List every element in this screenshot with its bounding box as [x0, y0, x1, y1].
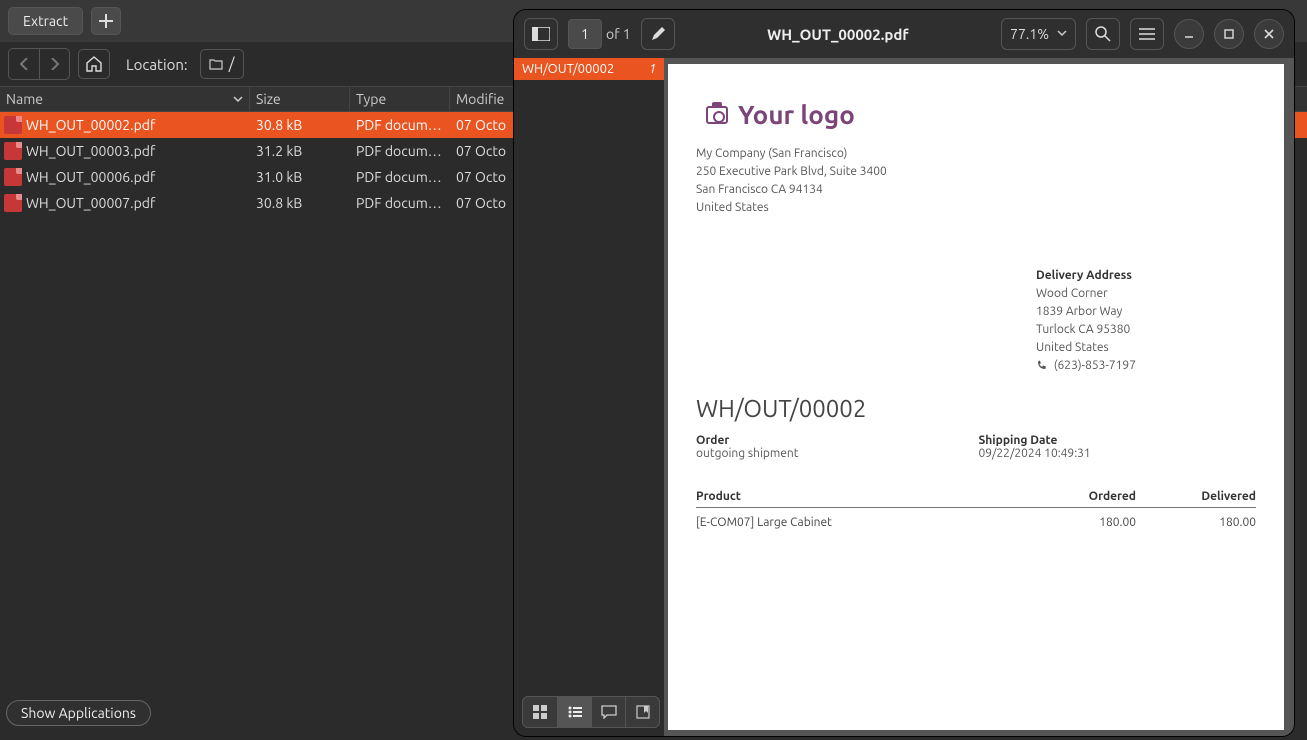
file-name: WH_OUT_00006.pdf: [26, 169, 155, 185]
file-name: WH_OUT_00007.pdf: [26, 195, 155, 211]
show-applications-button[interactable]: Show Applications: [6, 700, 151, 726]
delivery-address: Delivery Address Wood Corner 1839 Arbor …: [1036, 267, 1256, 375]
table-row: [E-COM07] Large Cabinet 180.00 180.00: [696, 508, 1256, 529]
minimize-icon: [1183, 28, 1195, 40]
minimize-button[interactable]: [1174, 19, 1204, 49]
page-of-label: of 1: [606, 26, 631, 42]
pdf-file-icon: [4, 116, 22, 134]
file-name: WH_OUT_00003.pdf: [26, 143, 155, 159]
hamburger-icon: [1139, 28, 1155, 40]
camera-icon: [706, 106, 728, 124]
location-label: Location:: [126, 56, 188, 73]
home-icon: [86, 56, 102, 72]
close-button[interactable]: [1254, 19, 1284, 49]
sort-down-icon: [233, 94, 243, 104]
search-icon: [1095, 26, 1111, 42]
view-list-button[interactable]: [557, 697, 591, 727]
thumbnail-sidebar: WH/OUT/00002 1: [514, 58, 664, 736]
speech-icon: [601, 705, 617, 719]
location-path: /: [229, 55, 235, 73]
nav-arrows-group: [8, 48, 70, 80]
chevron-left-icon: [19, 58, 29, 70]
file-size: 30.8 kB: [250, 117, 350, 133]
pdf-file-icon: [4, 194, 22, 212]
zoom-dropdown[interactable]: 77.1%: [1001, 18, 1076, 50]
grid-icon: [533, 705, 547, 719]
nav-forward-button[interactable]: [39, 49, 69, 79]
annotate-button[interactable]: [641, 18, 675, 50]
view-annotations-button[interactable]: [591, 697, 625, 727]
company-address: My Company (San Francisco) 250 Executive…: [696, 145, 1256, 217]
document-name: WH/OUT/00002: [696, 395, 1256, 422]
page-box: of 1: [568, 19, 631, 49]
document-title: WH_OUT_00002.pdf: [685, 26, 991, 43]
pdf-page-viewport[interactable]: Your logo My Company (San Francisco) 250…: [664, 58, 1294, 736]
pdf-file-icon: [4, 142, 22, 160]
extract-button[interactable]: Extract: [8, 7, 83, 35]
home-button[interactable]: [78, 49, 110, 79]
close-icon: [1263, 28, 1275, 40]
plus-icon: [99, 14, 113, 28]
logo: Your logo: [706, 100, 1256, 129]
product-table: Product Ordered Delivered [E-COM07] Larg…: [696, 490, 1256, 529]
file-type: PDF docum…: [350, 117, 450, 133]
folder-icon: [209, 57, 223, 71]
file-type: PDF docum…: [350, 169, 450, 185]
chevron-right-icon: [50, 58, 60, 70]
maximize-button[interactable]: [1214, 19, 1244, 49]
thumbnail-tab[interactable]: WH/OUT/00002 1: [514, 58, 664, 80]
pdf-bottombar: [522, 696, 660, 728]
pdf-viewer-window: of 1 WH_OUT_00002.pdf 77.1% WH/OUT/0000: [514, 10, 1294, 736]
pen-icon: [650, 26, 666, 42]
nav-back-button[interactable]: [9, 49, 39, 79]
column-header-type[interactable]: Type: [350, 87, 450, 111]
chevron-down-icon: [1057, 30, 1067, 38]
hamburger-menu-button[interactable]: [1130, 18, 1164, 50]
column-header-size[interactable]: Size: [250, 87, 350, 111]
pdf-page: Your logo My Company (San Francisco) 250…: [668, 64, 1284, 730]
sidebar-toggle-button[interactable]: [524, 18, 558, 50]
file-size: 30.8 kB: [250, 195, 350, 211]
page-number-input[interactable]: [568, 19, 602, 49]
bookmark-panel-icon: [636, 705, 650, 719]
view-bookmarks-button[interactable]: [625, 697, 659, 727]
search-button[interactable]: [1086, 18, 1120, 50]
maximize-icon: [1223, 28, 1235, 40]
meta-row: Order outgoing shipment Shipping Date 09…: [696, 434, 1256, 460]
pdf-file-icon: [4, 168, 22, 186]
column-header-name[interactable]: Name: [0, 87, 250, 111]
pdf-body: WH/OUT/00002 1 Your logo My Company (San…: [514, 58, 1294, 736]
file-size: 31.2 kB: [250, 143, 350, 159]
pdf-titlebar: of 1 WH_OUT_00002.pdf 77.1%: [514, 10, 1294, 58]
thumbnail-canvas: [514, 80, 664, 736]
new-tab-button[interactable]: [91, 7, 121, 35]
file-type: PDF docum…: [350, 195, 450, 211]
phone-icon: [1036, 360, 1047, 371]
list-icon: [568, 706, 582, 718]
view-grid-button[interactable]: [523, 697, 557, 727]
location-box[interactable]: /: [200, 49, 244, 79]
side-panel-icon: [532, 27, 550, 41]
file-name: WH_OUT_00002.pdf: [26, 117, 155, 133]
file-size: 31.0 kB: [250, 169, 350, 185]
file-type: PDF docum…: [350, 143, 450, 159]
